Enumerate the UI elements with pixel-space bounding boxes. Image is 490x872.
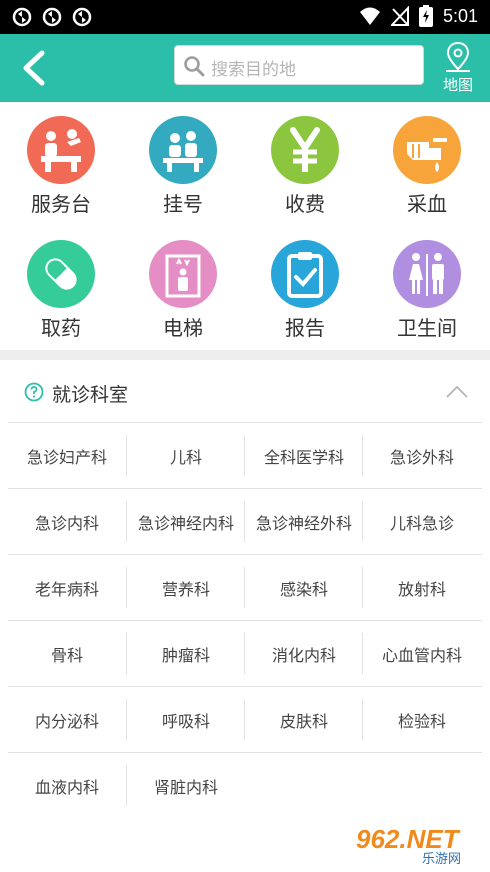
departments-title: 就诊科室: [52, 384, 129, 406]
department-row: 骨科 肿瘤科 消化内科 心血管内科: [8, 620, 482, 686]
service-label: 电梯: [163, 316, 203, 340]
no-signal-icon: [390, 6, 409, 26]
department-item[interactable]: 急诊妇产科: [8, 423, 126, 488]
column-divider: [244, 567, 245, 608]
department-item[interactable]: 老年病科: [8, 555, 126, 620]
restroom-icon: [393, 240, 461, 308]
service-item-restroom[interactable]: 卫生间: [366, 226, 488, 350]
service-label: 取药: [41, 316, 81, 340]
battery-charging-icon: [418, 5, 433, 27]
service-item-payment[interactable]: 收费: [244, 102, 366, 226]
chevron-left-icon: [23, 50, 45, 86]
department-item[interactable]: 心血管内科: [363, 621, 481, 686]
column-divider: [126, 435, 127, 476]
column-divider: [362, 501, 363, 542]
service-item-registration[interactable]: 挂号: [122, 102, 244, 226]
department-item[interactable]: 内分泌科: [8, 687, 126, 752]
column-divider: [126, 567, 127, 608]
department-item[interactable]: 儿科: [127, 423, 245, 488]
column-divider: [244, 699, 245, 740]
service-item-report[interactable]: 报告: [244, 226, 366, 350]
column-divider: [126, 633, 127, 674]
service-label: 报告: [285, 316, 325, 340]
sync-icon: [42, 7, 62, 27]
department-item[interactable]: 感染科: [245, 555, 363, 620]
yen-icon: [271, 116, 339, 184]
service-label: 卫生间: [397, 316, 457, 340]
watermark-logo: 962.NET 乐游网: [356, 824, 461, 866]
department-item[interactable]: 急诊内科: [8, 489, 126, 554]
app-bar: 搜索目的地 地图: [0, 34, 490, 102]
department-row: 急诊妇产科 儿科 全科医学科 急诊外科: [8, 422, 482, 488]
department-item[interactable]: 全科医学科: [245, 423, 363, 488]
department-item[interactable]: 肿瘤科: [127, 621, 245, 686]
section-divider: [0, 350, 490, 360]
back-button[interactable]: [18, 50, 48, 86]
department-item[interactable]: 放射科: [363, 555, 481, 620]
department-item[interactable]: 血液内科: [8, 753, 126, 818]
sync-icon: [72, 7, 92, 27]
department-item[interactable]: 营养科: [127, 555, 245, 620]
chevron-up-icon[interactable]: [446, 386, 468, 398]
map-pin-icon: [446, 42, 470, 72]
service-item-pharmacy[interactable]: 取药: [0, 226, 122, 350]
service-grid: 服务台 挂号 收费 采血 取药 电梯 报告 卫生间: [0, 102, 490, 350]
department-item[interactable]: 急诊外科: [363, 423, 481, 488]
department-item[interactable]: 骨科: [8, 621, 126, 686]
column-divider: [362, 633, 363, 674]
watermark-brand: 962.NET: [356, 824, 461, 854]
department-item[interactable]: 呼吸科: [127, 687, 245, 752]
department-row: 急诊内科 急诊神经内科 急诊神经外科 儿科急诊: [8, 488, 482, 554]
department-grid: 急诊妇产科 儿科 全科医学科 急诊外科 急诊内科 急诊神经内科 急诊神经外科 儿科急诊 老年病科…: [8, 422, 482, 818]
column-divider: [126, 765, 127, 806]
column-divider: [126, 699, 127, 740]
search-icon: [184, 56, 205, 77]
service-label: 收费: [285, 192, 325, 216]
map-button[interactable]: 地图: [436, 42, 480, 98]
column-divider: [244, 501, 245, 542]
service-item-service-desk[interactable]: 服务台: [0, 102, 122, 226]
sync-icon: [12, 7, 32, 27]
department-item[interactable]: 消化内科: [245, 621, 363, 686]
column-divider: [362, 699, 363, 740]
service-label: 挂号: [163, 192, 203, 216]
registration-icon: [149, 116, 217, 184]
status-bar: 5:01: [0, 0, 490, 34]
column-divider: [244, 435, 245, 476]
wifi-icon: [359, 7, 380, 25]
department-row: 血液内科 肾脏内科: [8, 752, 482, 818]
service-item-blood-draw[interactable]: 采血: [366, 102, 488, 226]
service-desk-icon: [27, 116, 95, 184]
department-item[interactable]: 检验科: [363, 687, 481, 752]
service-label: 采血: [407, 192, 447, 216]
map-label: 地图: [442, 76, 473, 94]
pill-icon: [27, 240, 95, 308]
watermark-sub: 乐游网: [422, 852, 461, 866]
department-row: 老年病科 营养科 感染科 放射科: [8, 554, 482, 620]
department-item[interactable]: 急诊神经内科: [127, 489, 245, 554]
column-divider: [362, 567, 363, 608]
service-label: 服务台: [31, 192, 91, 216]
clock: 5:01: [442, 5, 478, 26]
column-divider: [362, 435, 363, 476]
department-item[interactable]: 急诊神经外科: [245, 489, 363, 554]
department-item[interactable]: 儿科急诊: [363, 489, 481, 554]
column-divider: [126, 501, 127, 542]
elevator-icon: [149, 240, 217, 308]
search-placeholder: 搜索目的地: [211, 60, 296, 80]
departments-header[interactable]: 就诊科室: [0, 360, 490, 422]
clipboard-icon: [271, 240, 339, 308]
department-row: 内分泌科 呼吸科 皮肤科 检验科: [8, 686, 482, 752]
help-circle-icon: [24, 382, 44, 402]
blood-draw-icon: [393, 116, 461, 184]
department-item[interactable]: 皮肤科: [245, 687, 363, 752]
search-input[interactable]: 搜索目的地: [174, 45, 424, 85]
department-item[interactable]: 肾脏内科: [127, 753, 245, 818]
column-divider: [244, 633, 245, 674]
service-item-elevator[interactable]: 电梯: [122, 226, 244, 350]
